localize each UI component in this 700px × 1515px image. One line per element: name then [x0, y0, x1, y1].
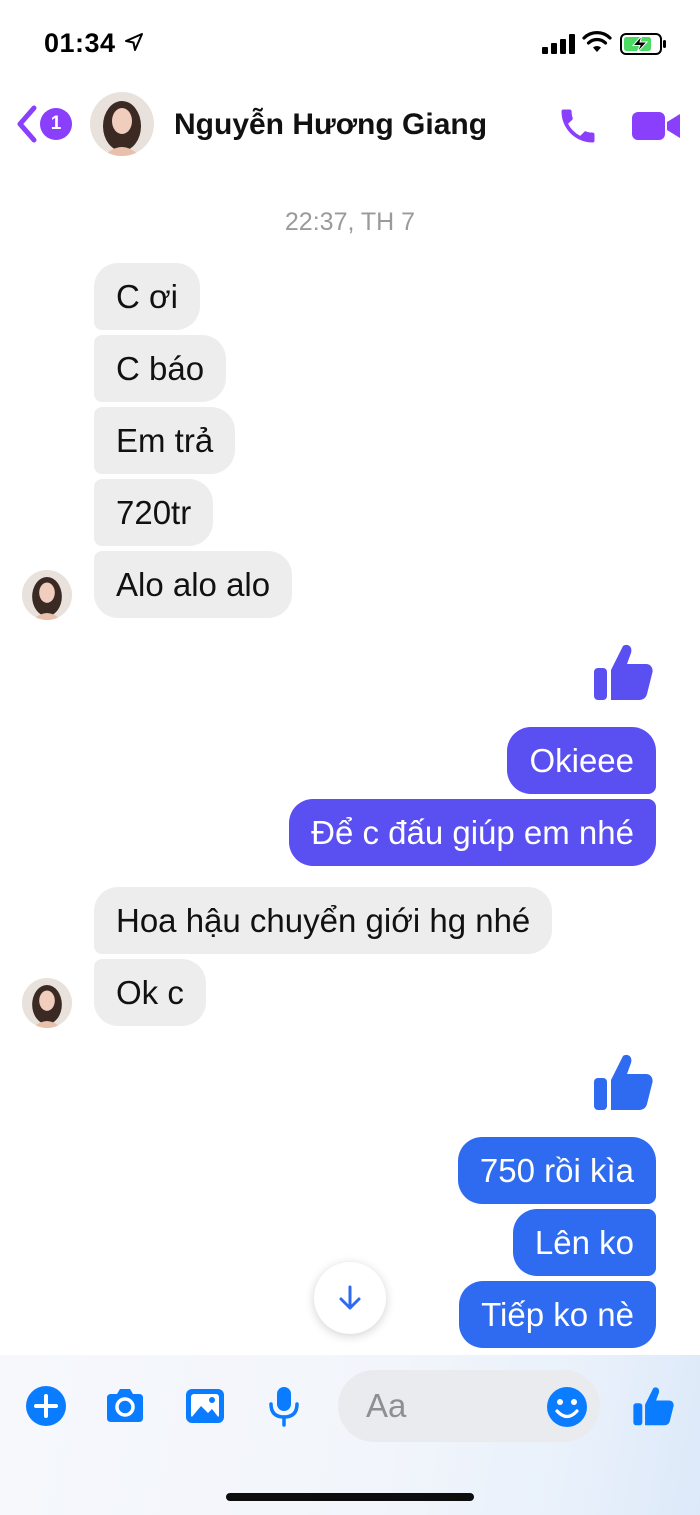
outgoing-message[interactable]: Okieee [507, 727, 656, 794]
thumbs-up-icon[interactable] [632, 1384, 676, 1428]
incoming-message[interactable]: C ơi [94, 263, 200, 330]
location-arrow-icon [125, 33, 143, 51]
avatar-photo [22, 978, 72, 1028]
sender-avatar[interactable] [22, 570, 72, 620]
incoming-message[interactable]: Hoa hậu chuyển giới hg nhé [94, 887, 553, 954]
incoming-message[interactable]: Em trả [94, 407, 236, 474]
arrow-down-icon [339, 1285, 361, 1310]
avatar-photo [90, 92, 154, 156]
plus-circle-icon[interactable] [24, 1384, 68, 1428]
outgoing-message[interactable]: Để c đấu giúp em nhé [289, 799, 656, 866]
avatar-photo [22, 570, 72, 620]
thumbs-up-sticker-icon[interactable] [592, 1050, 656, 1114]
phone-icon[interactable] [556, 104, 600, 148]
incoming-message[interactable]: 720tr [94, 479, 214, 546]
incoming-message[interactable]: Ok c [94, 959, 206, 1026]
message-timestamp: 22:37, TH 7 [284, 208, 416, 236]
unread-count-badge: 1 [40, 108, 72, 140]
photo-gallery-icon[interactable] [183, 1384, 227, 1428]
incoming-message[interactable]: Alo alo alo [94, 551, 293, 618]
status-time: 01:34 [44, 28, 116, 58]
thumbs-up-sticker-icon[interactable] [592, 640, 656, 704]
status-bar: 01:34 [0, 0, 700, 80]
outgoing-message[interactable]: Tiếp ko nè [459, 1281, 656, 1348]
battery-charging-icon [620, 33, 666, 55]
wifi-icon [582, 31, 612, 52]
video-camera-icon[interactable] [630, 106, 682, 146]
sender-avatar[interactable] [22, 978, 72, 1028]
scroll-to-bottom-button[interactable] [314, 1262, 386, 1334]
microphone-icon[interactable] [262, 1384, 306, 1428]
outgoing-message[interactable]: 750 rồi kìa [457, 1137, 656, 1204]
outgoing-message[interactable]: Lên ko [512, 1209, 656, 1276]
chevron-left-icon [17, 105, 37, 143]
emoji-icon[interactable] [546, 1386, 588, 1428]
conversation-header: 1 Nguyễn Hương Giang [0, 80, 700, 164]
contact-name[interactable]: Nguyễn Hương Giang [174, 108, 487, 142]
incoming-message[interactable]: C báo [94, 335, 227, 402]
contact-avatar[interactable] [90, 92, 154, 156]
camera-icon[interactable] [103, 1384, 147, 1428]
cellular-signal-icon [542, 34, 575, 54]
home-indicator[interactable] [226, 1493, 474, 1501]
